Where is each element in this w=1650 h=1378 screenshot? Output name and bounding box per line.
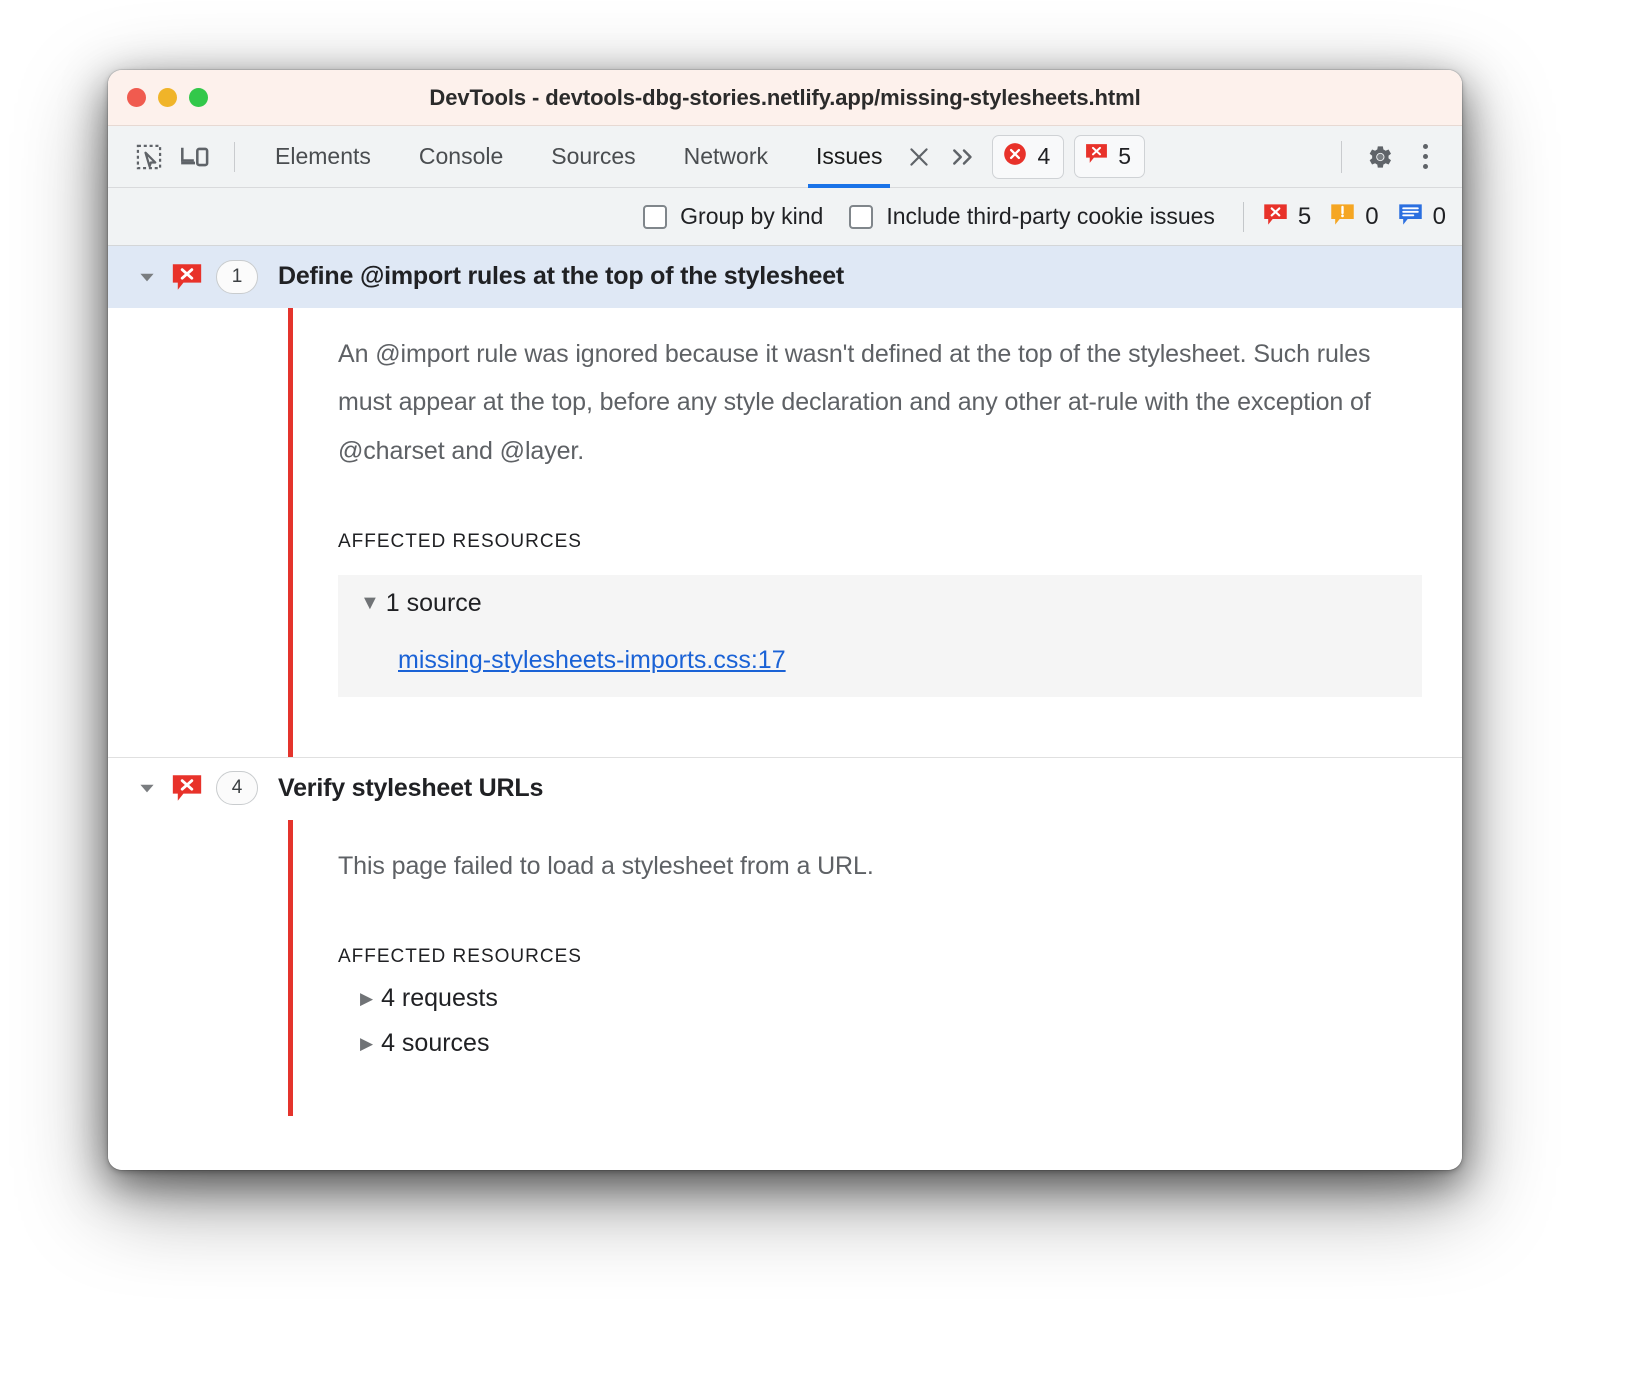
issue-count-badge[interactable]: 5 [1074, 135, 1145, 178]
chevron-down-icon[interactable] [136, 777, 170, 799]
resource-group-toggle[interactable]: ▼ 1 source [360, 589, 1422, 618]
issues-list: 1 Define @import rules at the top of the… [108, 246, 1462, 1170]
affected-resource-link[interactable]: missing-stylesheets-imports.css:17 [398, 646, 1422, 675]
tab-sources-label: Sources [551, 143, 635, 170]
device-toolbar-icon[interactable] [172, 136, 218, 178]
info-counter[interactable]: 0 [1397, 201, 1446, 233]
issue-description: This page failed to load a stylesheet fr… [338, 842, 1422, 890]
traffic-lights [108, 88, 208, 107]
issue-error-icon [1262, 201, 1289, 233]
checkbox-box[interactable] [643, 205, 667, 229]
issue-count-pill: 1 [216, 260, 258, 294]
issue-detail: This page failed to load a stylesheet fr… [293, 820, 1462, 1116]
affected-resources-label: AFFECTED RESOURCES [338, 946, 1422, 968]
window-title: DevTools - devtools-dbg-stories.netlify.… [108, 85, 1462, 111]
tab-issues[interactable]: Issues [792, 126, 906, 188]
warning-counter[interactable]: 0 [1329, 201, 1378, 233]
toolbar-divider-right [1341, 141, 1342, 173]
triangle-right-icon: ▶ [360, 990, 373, 1007]
error-circle-icon [1002, 141, 1028, 173]
screenshot-root: DevTools - devtools-dbg-stories.netlify.… [0, 0, 1650, 1378]
tab-network[interactable]: Network [660, 126, 792, 188]
chevron-down-icon[interactable] [136, 266, 170, 288]
issue-description: An @import rule was ignored because it w… [338, 330, 1422, 475]
gear-icon[interactable] [1356, 135, 1402, 179]
tab-console[interactable]: Console [395, 126, 527, 188]
error-counter[interactable]: 5 [1262, 201, 1311, 233]
issue-badges: 4 5 [992, 135, 1145, 179]
issue-error-icon [1084, 141, 1109, 172]
issue-warning-icon [1329, 201, 1356, 233]
error-count-value: 4 [1037, 143, 1050, 170]
tab-console-label: Console [419, 143, 503, 170]
triangle-down-icon: ▼ [360, 593, 380, 613]
tab-issues-label: Issues [816, 143, 882, 170]
toolbar-divider [234, 142, 235, 172]
issue-row-header[interactable]: 4 Verify stylesheet URLs [108, 758, 1462, 820]
tab-network-label: Network [684, 143, 768, 170]
window-titlebar: DevTools - devtools-dbg-stories.netlify.… [108, 70, 1462, 126]
issue-body: An @import rule was ignored because it w… [108, 308, 1462, 757]
issue-body: This page failed to load a stylesheet fr… [108, 820, 1462, 1116]
group-by-kind-label: Group by kind [680, 203, 823, 230]
devtools-toolbar: Elements Console Sources Network Issues [108, 126, 1462, 188]
tab-elements-label: Elements [275, 143, 371, 170]
kebab-menu-icon[interactable] [1402, 135, 1448, 179]
issue-row-header[interactable]: 1 Define @import rules at the top of the… [108, 246, 1462, 308]
include-third-party-label: Include third-party cookie issues [886, 203, 1215, 230]
error-count-badge[interactable]: 4 [992, 135, 1064, 179]
issue-title: Verify stylesheet URLs [278, 774, 543, 803]
info-counter-value: 0 [1433, 203, 1446, 231]
resource-group-label: 4 sources [381, 1029, 489, 1058]
issues-filter-bar: Group by kind Include third-party cookie… [108, 188, 1462, 246]
issue-error-icon [170, 260, 216, 294]
maximize-window-button[interactable] [189, 88, 208, 107]
checkbox-box[interactable] [849, 205, 873, 229]
affected-resources-label: AFFECTED RESOURCES [338, 531, 1422, 553]
affected-resources-box: ▼ 1 source missing-stylesheets-imports.c… [338, 575, 1422, 697]
inspect-element-icon[interactable] [126, 136, 172, 178]
include-third-party-cookie-issues-checkbox[interactable]: Include third-party cookie issues [849, 203, 1215, 230]
tab-sources[interactable]: Sources [527, 126, 659, 188]
panel-tabs: Elements Console Sources Network Issues [251, 126, 906, 188]
issue-title: Define @import rules at the top of the s… [278, 262, 844, 291]
issue-error-icon [170, 771, 216, 805]
tab-elements[interactable]: Elements [251, 126, 395, 188]
filterbar-divider [1243, 202, 1244, 232]
issue-detail: An @import rule was ignored because it w… [293, 308, 1462, 757]
resource-group-toggle-requests[interactable]: ▶ 4 requests [360, 984, 1422, 1013]
error-counter-value: 5 [1298, 203, 1311, 231]
issue-info-icon [1397, 201, 1424, 233]
resource-group-toggle-sources[interactable]: ▶ 4 sources [360, 1029, 1422, 1058]
group-by-kind-checkbox[interactable]: Group by kind [643, 203, 823, 230]
resource-group-label: 4 requests [381, 984, 498, 1013]
close-window-button[interactable] [127, 88, 146, 107]
issue-count-pill: 4 [216, 771, 258, 805]
issue-count-value: 5 [1118, 143, 1131, 170]
chevron-double-right-icon[interactable] [942, 136, 986, 178]
devtools-window: DevTools - devtools-dbg-stories.netlify.… [108, 70, 1462, 1170]
warning-counter-value: 0 [1365, 203, 1378, 231]
resource-group-label: 1 source [386, 589, 482, 618]
minimize-window-button[interactable] [158, 88, 177, 107]
close-icon[interactable] [902, 140, 936, 174]
triangle-right-icon: ▶ [360, 1035, 373, 1052]
